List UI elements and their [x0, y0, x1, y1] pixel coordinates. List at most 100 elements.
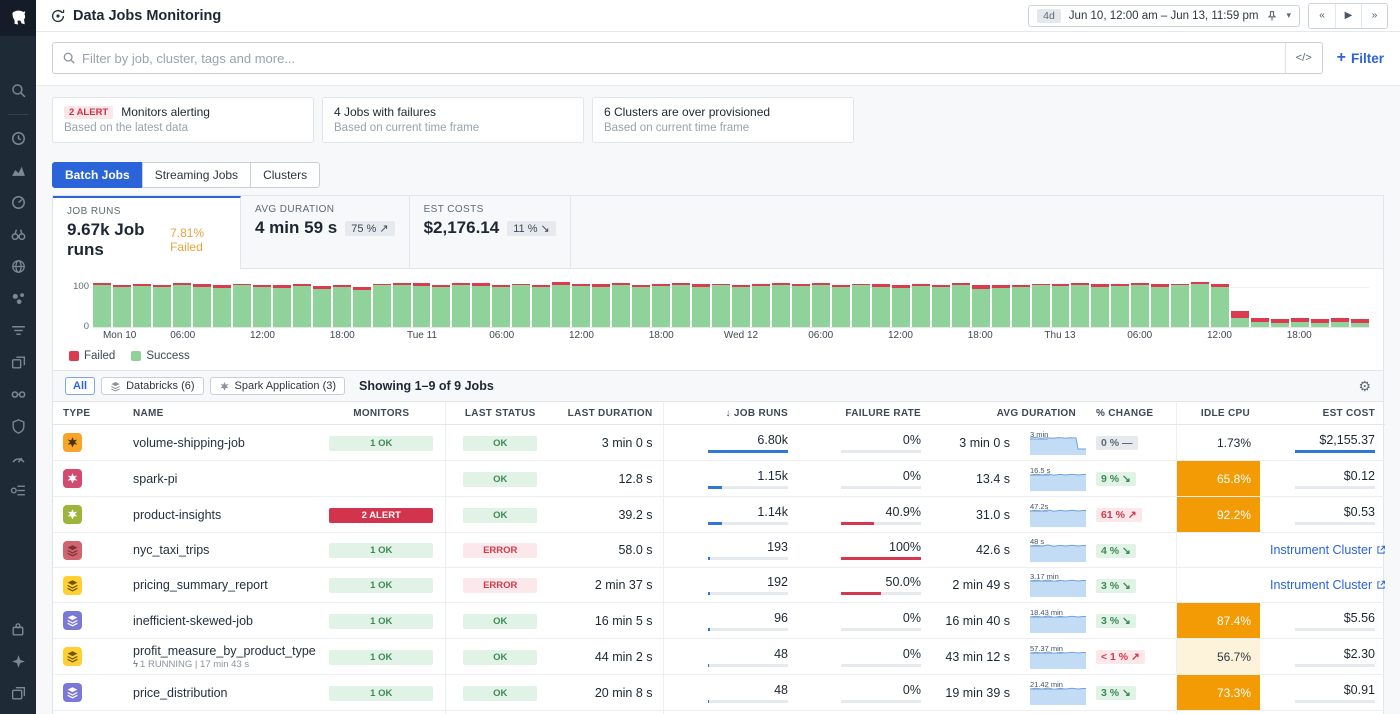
- search-icon[interactable]: [10, 82, 27, 99]
- chart-bar[interactable]: [912, 284, 930, 327]
- chart-bar[interactable]: [1052, 284, 1070, 327]
- chart-bar[interactable]: [213, 285, 231, 327]
- chart-bar[interactable]: [592, 284, 610, 327]
- column-header-idle-cpu[interactable]: IDLE CPU: [1176, 402, 1260, 425]
- chart-bar[interactable]: [572, 284, 590, 327]
- chart-bar[interactable]: [1091, 284, 1109, 327]
- column-header-est-cost[interactable]: EST COST: [1260, 402, 1385, 425]
- data-jobs-icon[interactable]: [10, 482, 27, 499]
- chart-bar[interactable]: [872, 284, 890, 327]
- network-icon[interactable]: [10, 258, 27, 275]
- chart-bar[interactable]: [652, 284, 670, 327]
- chart-bar[interactable]: [413, 283, 431, 327]
- chart-bar[interactable]: [333, 285, 351, 327]
- column-header-type[interactable]: TYPE: [53, 402, 123, 425]
- chart-bar[interactable]: [1191, 282, 1209, 327]
- security-icon[interactable]: [10, 418, 27, 435]
- time-range-selector[interactable]: 4d Jun 10, 12:00 am – Jun 13, 11:59 pm ▾: [1028, 5, 1300, 27]
- chart-bar[interactable]: [852, 284, 870, 327]
- watchdog-icon[interactable]: [10, 226, 27, 243]
- chart-bar[interactable]: [532, 285, 550, 327]
- chart-bar[interactable]: [1271, 319, 1289, 327]
- monitors-pill[interactable]: 1 OK: [329, 686, 433, 701]
- time-play-button[interactable]: ▶: [1335, 4, 1361, 28]
- column-header-last-duration[interactable]: LAST DURATION: [555, 402, 663, 425]
- software-catalog-icon[interactable]: [10, 354, 27, 371]
- chart-bar[interactable]: [472, 283, 490, 327]
- table-row[interactable]: price_distribution1 OKOK20 min 8 s480%19…: [53, 675, 1385, 711]
- jobs-with-failures-card[interactable]: 4 Jobs with failures Based on current ti…: [322, 97, 584, 143]
- pin-sparkle-icon[interactable]: [10, 653, 27, 670]
- table-row[interactable]: spark-structured-streamingϟ1 RUNNING | 4…: [53, 711, 1385, 714]
- chart-bar[interactable]: [992, 285, 1010, 327]
- table-row[interactable]: spark-piOK12.8 s1.15k0%13.4 s16.5 s9 % ↘…: [53, 461, 1385, 497]
- metric-card-job-runs[interactable]: JOB RUNS 9.67k Job runs 7.81% Failed: [53, 196, 241, 269]
- monitors-pill[interactable]: 1 OK: [329, 436, 433, 451]
- chart-bar[interactable]: [932, 285, 950, 327]
- apm-icon[interactable]: [10, 386, 27, 403]
- tab-batch-jobs[interactable]: Batch Jobs: [52, 162, 143, 188]
- logs-icon[interactable]: [10, 322, 27, 339]
- chart-bar[interactable]: [1231, 311, 1249, 327]
- chart-bar[interactable]: [1331, 318, 1349, 327]
- monitors-pill[interactable]: 1 OK: [329, 578, 433, 593]
- chart-bar[interactable]: [93, 283, 111, 327]
- chart-bar[interactable]: [273, 285, 291, 327]
- instrument-cluster-link[interactable]: Instrument Cluster: [1270, 578, 1385, 592]
- job-name-link[interactable]: product-insights: [133, 508, 308, 522]
- tab-clusters[interactable]: Clusters: [250, 162, 320, 188]
- chart-bar[interactable]: [712, 284, 730, 327]
- chart-bar[interactable]: [892, 285, 910, 327]
- dashboards-icon[interactable]: [10, 194, 27, 211]
- column-header-name[interactable]: NAME: [123, 402, 318, 425]
- workspaces-icon[interactable]: [10, 685, 27, 702]
- chart-bar[interactable]: [972, 285, 990, 327]
- job-name-link[interactable]: volume-shipping-job: [133, 436, 308, 450]
- instrument-cluster-link[interactable]: Instrument Cluster: [1270, 543, 1385, 557]
- overprovisioned-clusters-card[interactable]: 6 Clusters are over provisioned Based on…: [592, 97, 854, 143]
- column-header-avg-duration[interactable]: AVG DURATION: [931, 402, 1086, 425]
- job-name-link[interactable]: nyc_taxi_trips: [133, 543, 308, 557]
- chart-bar[interactable]: [1071, 283, 1089, 327]
- column-header-failure-rate[interactable]: FAILURE RATE: [798, 402, 931, 425]
- chart-bar[interactable]: [193, 284, 211, 327]
- chart-bar[interactable]: [1012, 285, 1030, 327]
- chart-bar[interactable]: [452, 283, 470, 327]
- monitors-pill[interactable]: 1 OK: [329, 614, 433, 629]
- job-name-link[interactable]: profit_measure_by_product_type: [133, 644, 308, 658]
- chart-bar[interactable]: [373, 284, 391, 327]
- monitors-pill[interactable]: 1 OK: [329, 543, 433, 558]
- chart-bar[interactable]: [1311, 319, 1329, 327]
- pin-icon[interactable]: [1266, 10, 1278, 22]
- chart-bar[interactable]: [293, 284, 311, 327]
- chart-bar[interactable]: [752, 284, 770, 327]
- table-row[interactable]: nyc_taxi_trips1 OKERROR58.0 s193100%42.6…: [53, 533, 1385, 568]
- job-name-link[interactable]: spark-pi: [133, 472, 308, 486]
- job-name-link[interactable]: inefficient-skewed-job: [133, 614, 308, 628]
- chevron-down-icon[interactable]: ▾: [1286, 10, 1291, 21]
- table-row[interactable]: profit_measure_by_product_typeϟ1 RUNNING…: [53, 639, 1385, 675]
- table-row[interactable]: volume-shipping-job1 OKOK3 min 0 s6.80k0…: [53, 425, 1385, 461]
- processes-icon[interactable]: [10, 290, 27, 307]
- table-row[interactable]: inefficient-skewed-job1 OKOK16 min 5 s96…: [53, 603, 1385, 639]
- filter-pill-spark[interactable]: Spark Application (3): [210, 377, 346, 395]
- legend-success[interactable]: Success: [131, 350, 189, 362]
- history-icon[interactable]: [10, 130, 27, 147]
- tab-streaming-jobs[interactable]: Streaming Jobs: [142, 162, 251, 188]
- chart-bar[interactable]: [173, 283, 191, 327]
- chart-bar[interactable]: [692, 284, 710, 327]
- chart-bar[interactable]: [792, 284, 810, 327]
- chart-bar[interactable]: [772, 283, 790, 327]
- chart-bar[interactable]: [353, 287, 371, 327]
- job-name-link[interactable]: price_distribution: [133, 686, 308, 700]
- column-header-monitors[interactable]: MONITORS: [318, 402, 445, 425]
- time-forward-button[interactable]: »: [1361, 4, 1387, 28]
- add-filter-button[interactable]: + Filter: [1337, 49, 1384, 67]
- monitors-pill[interactable]: 2 ALERT: [329, 508, 433, 523]
- chart-bar[interactable]: [672, 283, 690, 327]
- monitors-alerting-card[interactable]: 2 ALERT Monitors alerting Based on the l…: [52, 97, 314, 143]
- chart-bar[interactable]: [732, 285, 750, 327]
- chart-bar[interactable]: [1131, 283, 1149, 327]
- chart-bar[interactable]: [1111, 284, 1129, 327]
- chart-bar[interactable]: [1032, 284, 1050, 327]
